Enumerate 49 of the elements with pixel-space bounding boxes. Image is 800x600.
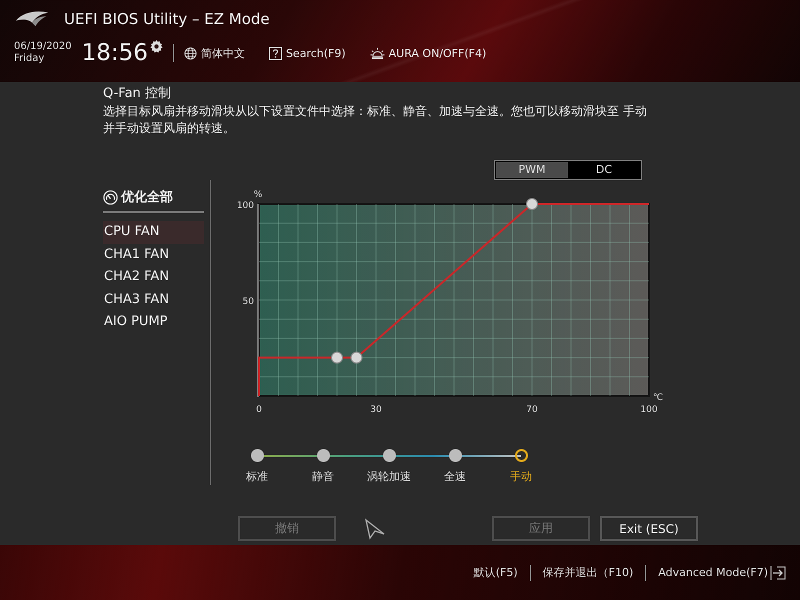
y-tick-label: 100 [236, 201, 254, 211]
mode-tab[interactable]: PWM [496, 162, 568, 178]
app-title: UEFI BIOS Utility – EZ Mode [64, 10, 270, 28]
exit-button[interactable]: Exit (ESC) [600, 516, 698, 541]
light-icon [370, 46, 385, 60]
footer-link[interactable]: 保存并退出（F10) [542, 565, 634, 580]
weekday-text: Friday [14, 53, 46, 65]
footer-link[interactable]: Advanced Mode(F7) [658, 566, 786, 580]
clock-time: 18:56 [82, 40, 148, 66]
x-tick-label: 100 [640, 405, 658, 415]
settings-icon[interactable] [150, 40, 163, 53]
fan-list-item[interactable]: CHA1 FAN [103, 244, 204, 266]
profile-label: 静音 [312, 469, 334, 484]
date-text: 06/19/2020 [14, 41, 72, 53]
help-icon [268, 46, 282, 60]
globe-icon [184, 46, 197, 60]
curve-handle[interactable] [331, 352, 343, 364]
dialog-description: 选择目标风扇并移动滑块从以下设置文件中选择：标准、静音、加速与全速。您也可以移动滑块至 手动并手动设置风扇的转速。 [103, 103, 648, 137]
toolbar-button[interactable]: Search(F9) [268, 46, 346, 60]
cursor-icon [364, 518, 386, 540]
dialog-title: Q-Fan 控制 [103, 86, 172, 102]
profile-option[interactable] [250, 449, 264, 462]
profile-option[interactable] [514, 449, 528, 462]
profile-option[interactable] [448, 449, 462, 462]
profile-option[interactable] [382, 449, 396, 462]
logo-icon [14, 10, 50, 28]
profile-option[interactable] [316, 449, 330, 462]
y-tick-label: 50 [242, 297, 254, 307]
fan-list-item[interactable]: CHA3 FAN [103, 288, 204, 311]
x-tick-label: 70 [526, 405, 538, 415]
footer-link[interactable]: 默认(F5) [474, 565, 518, 580]
fan-list-item[interactable]: CHA2 FAN [103, 266, 204, 288]
profile-label: 全速 [444, 469, 466, 484]
y-axis-label: % [254, 190, 262, 200]
toolbar-button[interactable]: 简体中文 [184, 46, 245, 60]
exit-icon [770, 566, 786, 580]
optimize-all-button[interactable]: 优化全部 [103, 188, 204, 213]
curve-handle[interactable] [526, 198, 538, 210]
curve-handle[interactable] [350, 352, 362, 364]
profile-label: 手动 [510, 469, 532, 484]
toolbar-button[interactable]: AURA ON/OFF(F4) [370, 46, 486, 60]
profile-label: 涡轮加速 [367, 469, 411, 484]
x-axis-label: ℃ [653, 393, 664, 403]
profile-label: 标准 [246, 469, 268, 484]
gauge-icon [103, 190, 118, 204]
fan-list-item[interactable]: CPU FAN [103, 221, 204, 244]
x-tick-label: 0 [256, 405, 262, 415]
fan-list-item[interactable]: AIO PUMP [103, 311, 204, 334]
x-tick-label: 30 [370, 405, 382, 415]
